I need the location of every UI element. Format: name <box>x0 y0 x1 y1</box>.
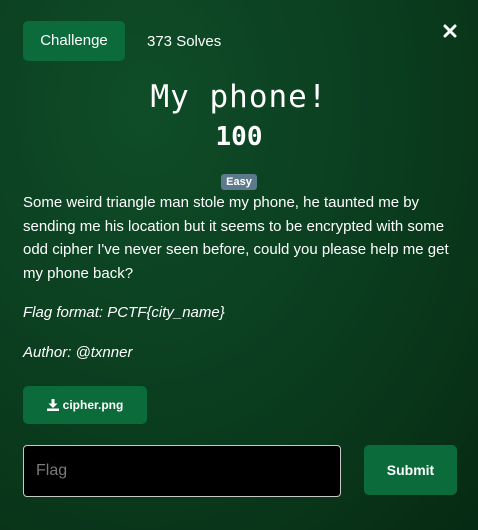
file-download-button[interactable]: cipher.png <box>23 386 147 424</box>
tab-challenge[interactable]: Challenge <box>23 21 125 61</box>
tab-row: Challenge 373 Solves <box>23 21 221 61</box>
file-name: cipher.png <box>62 398 124 412</box>
flag-input[interactable] <box>23 445 341 497</box>
submit-button[interactable]: Submit <box>364 445 457 495</box>
challenge-modal: Challenge 373 Solves My phone! 100 Easy … <box>0 0 478 530</box>
difficulty-badge: Easy <box>221 174 257 190</box>
difficulty-badge-wrap: Easy <box>0 172 478 190</box>
flag-format-text: Flag format: PCTF{city_name} <box>23 304 225 321</box>
download-icon <box>46 399 59 411</box>
challenge-points: 100 <box>215 122 263 152</box>
close-icon[interactable] <box>443 24 457 38</box>
challenge-description: Some weird triangle man stole my phone, … <box>23 194 449 282</box>
challenge-title: My phone! <box>150 79 328 115</box>
author-text: Author: @txnner <box>23 344 133 361</box>
tab-solves[interactable]: 373 Solves <box>147 33 221 50</box>
